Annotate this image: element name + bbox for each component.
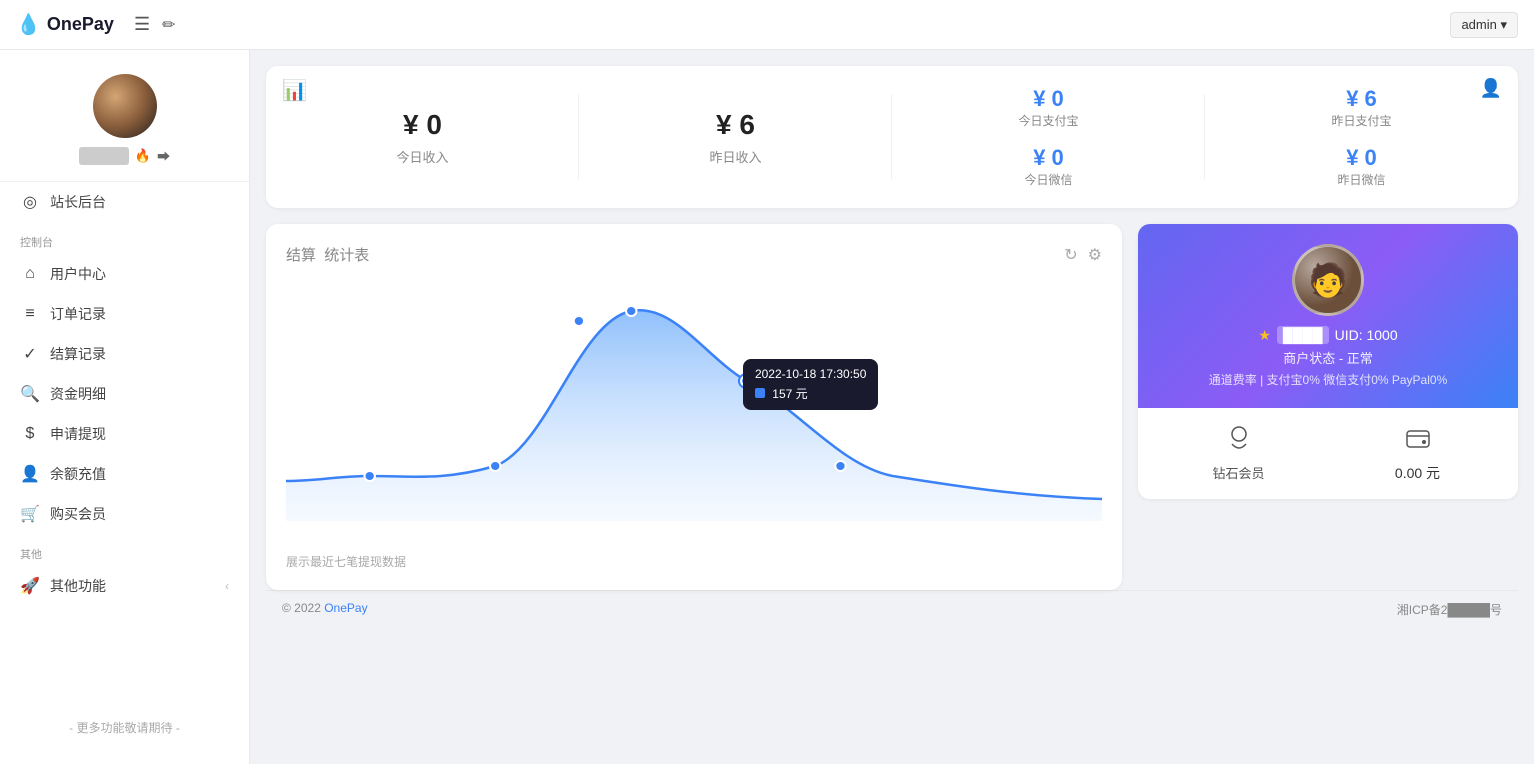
- menu-icon[interactable]: ☰: [134, 14, 150, 35]
- page-footer: © 2022 OnePay 湘ICP备2█████号: [266, 590, 1518, 628]
- profile-membership-item[interactable]: 钻石会员: [1154, 424, 1323, 483]
- yesterday-alipay-amount: ¥ 6: [1346, 86, 1377, 112]
- dollar-icon: $: [20, 425, 40, 443]
- stat-today-income: 📊 ¥ 0 今日收入: [266, 66, 579, 208]
- search-icon: 🔍: [20, 384, 40, 404]
- sidebar-label-withdraw: 申请提现: [50, 424, 106, 444]
- sidebar-item-station[interactable]: ◎ 站长后台: [0, 182, 249, 222]
- balance-value: 0.00 元: [1395, 463, 1440, 483]
- star-icon: ★: [1258, 327, 1271, 344]
- rocket-icon: 🚀: [20, 576, 40, 596]
- arrow-icon: ‹: [225, 579, 229, 593]
- profile-card: 🧑 ★ ████ UID: 1000 商户状态 - 正常 通道费率 | 支付宝0…: [1138, 224, 1518, 499]
- footer-brand: OnePay: [324, 601, 367, 615]
- today-wechat-amount: ¥ 0: [1033, 145, 1064, 171]
- edit-icon[interactable]: ✏: [162, 15, 175, 35]
- stats-row: 📊 ¥ 0 今日收入 ¥ 6 昨日收入 ¥ 0 今日支付宝 ¥ 0: [266, 66, 1518, 208]
- profile-banner: 🧑 ★ ████ UID: 1000 商户状态 - 正常 通道费率 | 支付宝0…: [1138, 224, 1518, 408]
- membership-label: 钻石会员: [1212, 463, 1264, 482]
- profile-avatar: 🧑: [1292, 244, 1364, 316]
- yesterday-alipay-label: 昨日支付宝: [1331, 112, 1391, 129]
- exit-icon[interactable]: ⮕: [157, 146, 170, 165]
- today-income-label: 今日收入: [396, 147, 448, 166]
- user-dropdown[interactable]: admin ▾: [1450, 12, 1518, 38]
- sidebar-item-station-label: 站长后台: [50, 192, 106, 212]
- sidebar-label-other-functions: 其他功能: [50, 576, 106, 596]
- sidebar-avatar-section: ████ 🔥 ⮕: [0, 66, 249, 182]
- sidebar-label-settlement-records: 结算记录: [50, 344, 106, 364]
- sidebar-label-buy-membership: 购买会员: [50, 504, 106, 524]
- profile-status: 商户状态 - 正常: [1283, 348, 1373, 367]
- chart-card: 结算 统计表 ↻ ⚙: [266, 224, 1122, 590]
- app-name: OnePay: [47, 14, 114, 35]
- sidebar-item-other-functions[interactable]: 🚀 其他功能 ‹: [0, 566, 249, 606]
- wallet-icon: [1404, 424, 1432, 459]
- stat-yesterday-income: ¥ 6 昨日收入: [579, 66, 892, 208]
- sidebar-item-withdraw[interactable]: $ 申请提现: [0, 414, 249, 454]
- user-icon: 👤: [20, 464, 40, 484]
- uid-name-blur: ████: [1277, 326, 1329, 344]
- top-navigation: 💧 OnePay ☰ ✏ admin ▾: [0, 0, 1534, 50]
- chart-area: 2022-10-18 17:30:50 157 元: [286, 281, 1102, 541]
- yesterday-income-amount: ¥ 6: [716, 109, 755, 141]
- list-icon: ≡: [20, 305, 40, 323]
- user-dropdown-label: admin ▾: [1461, 17, 1507, 33]
- chart-subtitle: 统计表: [324, 247, 369, 264]
- control-section-label: 控制台: [0, 222, 249, 254]
- other-section-label: 其他: [0, 534, 249, 566]
- stat-today-channels: ¥ 0 今日支付宝 ¥ 0 今日微信: [892, 66, 1205, 208]
- check-icon: ✓: [20, 344, 40, 364]
- chart-title: 结算 统计表: [286, 244, 369, 265]
- yesterday-income-label: 昨日收入: [709, 147, 761, 166]
- sidebar-label-recharge: 余额充值: [50, 464, 106, 484]
- profile-bottom: 钻石会员 0.00 元: [1138, 408, 1518, 499]
- settings-icon[interactable]: ⚙: [1088, 245, 1102, 265]
- bottom-row: 结算 统计表 ↻ ⚙: [266, 224, 1518, 590]
- app-logo: 💧 OnePay: [16, 12, 114, 37]
- main-content: 📊 ¥ 0 今日收入 ¥ 6 昨日收入 ¥ 0 今日支付宝 ¥ 0: [250, 50, 1534, 764]
- sidebar-item-order-records[interactable]: ≡ 订单记录: [0, 294, 249, 334]
- yesterday-wechat-amount: ¥ 0: [1346, 145, 1377, 171]
- sidebar-label-fund-details: 资金明细: [50, 384, 106, 404]
- sidebar-more-text: - 更多功能敬请期待 -: [0, 707, 249, 748]
- fire-icon: 🔥: [135, 148, 151, 164]
- station-icon: ◎: [20, 192, 40, 212]
- chart-footer: 展示最近七笔提现数据: [286, 553, 1102, 570]
- topnav-icons: ☰ ✏: [134, 14, 176, 35]
- chart-bar-icon: 📊: [282, 78, 307, 103]
- today-income-amount: ¥ 0: [403, 109, 442, 141]
- sidebar-item-user-center[interactable]: ⌂ 用户中心: [0, 254, 249, 294]
- today-alipay-label: 今日支付宝: [1018, 112, 1078, 129]
- sidebar-item-fund-details[interactable]: 🔍 资金明细: [0, 374, 249, 414]
- sidebar-item-settlement-records[interactable]: ✓ 结算记录: [0, 334, 249, 374]
- footer-icp: 湘ICP备2█████号: [1397, 601, 1502, 618]
- area-chart-svg: [286, 281, 1102, 521]
- chart-actions: ↻ ⚙: [1064, 245, 1102, 265]
- sidebar: ████ 🔥 ⮕ ◎ 站长后台 控制台 ⌂ 用户中心 ≡ 订单记录 ✓ 结算记录…: [0, 50, 250, 764]
- yesterday-wechat-label: 昨日微信: [1337, 171, 1385, 188]
- stat-yesterday-channels: 👤 ¥ 6 昨日支付宝 ¥ 0 昨日微信: [1205, 66, 1518, 208]
- person-icon: 👤: [1480, 78, 1502, 99]
- sidebar-item-buy-membership[interactable]: 🛒 购买会员: [0, 494, 249, 534]
- profile-balance-item[interactable]: 0.00 元: [1333, 424, 1502, 483]
- chart-header: 结算 统计表 ↻ ⚙: [286, 244, 1102, 265]
- home-icon: ⌂: [20, 265, 40, 283]
- sidebar-label-order-records: 订单记录: [50, 304, 106, 324]
- membership-icon: [1225, 424, 1253, 459]
- sidebar-label-user-center: 用户中心: [50, 264, 106, 284]
- sidebar-item-recharge[interactable]: 👤 余额充值: [0, 454, 249, 494]
- avatar: [93, 74, 157, 138]
- profile-uid-row: ★ ████ UID: 1000: [1258, 326, 1397, 344]
- logo-icon: 💧: [16, 12, 41, 37]
- uid-label: UID: 1000: [1335, 327, 1398, 343]
- footer-left: © 2022 OnePay: [282, 601, 368, 618]
- profile-rates: 通道费率 | 支付宝0% 微信支付0% PayPal0%: [1209, 371, 1448, 388]
- refresh-icon[interactable]: ↻: [1064, 245, 1077, 265]
- footer-copyright: © 2022: [282, 601, 321, 615]
- cart-icon: 🛒: [20, 504, 40, 524]
- today-alipay-amount: ¥ 0: [1033, 86, 1064, 112]
- username-blur: ████: [79, 147, 129, 165]
- today-wechat-label: 今日微信: [1024, 171, 1072, 188]
